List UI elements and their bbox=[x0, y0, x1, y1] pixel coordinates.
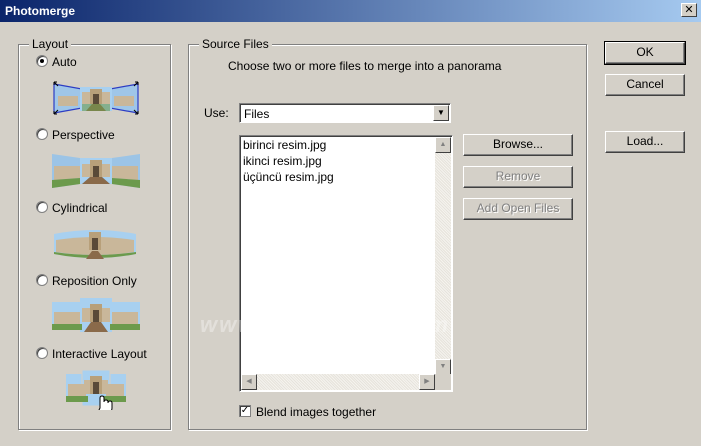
scrollbar-corner bbox=[435, 374, 451, 390]
cylindrical-layout-preview-icon bbox=[54, 230, 136, 259]
use-select-value: Files bbox=[244, 107, 270, 121]
use-select[interactable]: Files ▼ bbox=[239, 103, 451, 123]
close-icon: ✕ bbox=[684, 3, 694, 16]
add-open-files-button[interactable]: Add Open Files bbox=[463, 198, 573, 220]
close-button[interactable]: ✕ bbox=[681, 3, 697, 17]
radio-perspective-label[interactable]: Perspective bbox=[52, 128, 115, 142]
remove-button[interactable]: Remove bbox=[463, 166, 573, 188]
remove-label: Remove bbox=[495, 169, 541, 183]
cancel-label: Cancel bbox=[626, 77, 664, 91]
load-label: Load... bbox=[626, 134, 664, 148]
auto-layout-preview-icon bbox=[52, 80, 140, 116]
radio-cylindrical-label[interactable]: Cylindrical bbox=[52, 201, 107, 215]
file-list[interactable]: birinci resim.jpg ikinci resim.jpg üçünc… bbox=[239, 135, 453, 392]
add-open-files-label: Add Open Files bbox=[476, 201, 560, 215]
scroll-up-icon[interactable]: ▲ bbox=[435, 137, 451, 153]
scroll-left-icon[interactable]: ◀ bbox=[241, 374, 257, 390]
scroll-down-icon[interactable]: ▼ bbox=[435, 359, 451, 375]
radio-interactive[interactable] bbox=[36, 347, 48, 359]
horizontal-scrollbar[interactable]: ◀ ▶ bbox=[241, 374, 435, 390]
list-item[interactable]: üçüncü resim.jpg bbox=[243, 170, 334, 184]
source-instruction: Choose two or more files to merge into a… bbox=[228, 59, 502, 73]
blend-label[interactable]: Blend images together bbox=[256, 405, 376, 419]
cancel-button[interactable]: Cancel bbox=[605, 74, 685, 96]
ok-button[interactable]: OK bbox=[604, 41, 686, 65]
blend-checkbox[interactable]: ✓ bbox=[239, 405, 251, 417]
source-files-legend: Source Files bbox=[199, 37, 272, 51]
ok-label: OK bbox=[636, 45, 654, 59]
use-label: Use: bbox=[204, 106, 229, 120]
browse-label: Browse... bbox=[492, 137, 543, 151]
watermark: www.dijitalders.com bbox=[200, 312, 450, 337]
radio-perspective[interactable] bbox=[36, 128, 48, 140]
check-icon: ✓ bbox=[240, 405, 250, 416]
radio-cylindrical[interactable] bbox=[36, 201, 48, 213]
list-item[interactable]: ikinci resim.jpg bbox=[243, 154, 322, 168]
reposition-layout-preview-icon bbox=[52, 298, 140, 332]
radio-interactive-label[interactable]: Interactive Layout bbox=[52, 347, 147, 361]
scroll-right-icon[interactable]: ▶ bbox=[419, 374, 435, 390]
vertical-scrollbar[interactable]: ▲ ▼ bbox=[435, 137, 451, 375]
load-button[interactable]: Load... bbox=[605, 131, 685, 153]
browse-button[interactable]: Browse... bbox=[463, 134, 573, 156]
list-item[interactable]: birinci resim.jpg bbox=[243, 138, 326, 152]
radio-auto[interactable] bbox=[36, 55, 48, 67]
radio-reposition[interactable] bbox=[36, 274, 48, 286]
layout-legend: Layout bbox=[29, 37, 72, 51]
chevron-down-icon[interactable]: ▼ bbox=[433, 105, 449, 121]
interactive-layout-preview-icon bbox=[66, 370, 126, 410]
radio-auto-label[interactable]: Auto bbox=[52, 55, 77, 69]
title-bar: Photomerge ✕ bbox=[0, 0, 701, 22]
window-title: Photomerge bbox=[5, 4, 76, 18]
perspective-layout-preview-icon bbox=[52, 154, 140, 188]
radio-reposition-label[interactable]: Reposition Only bbox=[52, 274, 137, 288]
